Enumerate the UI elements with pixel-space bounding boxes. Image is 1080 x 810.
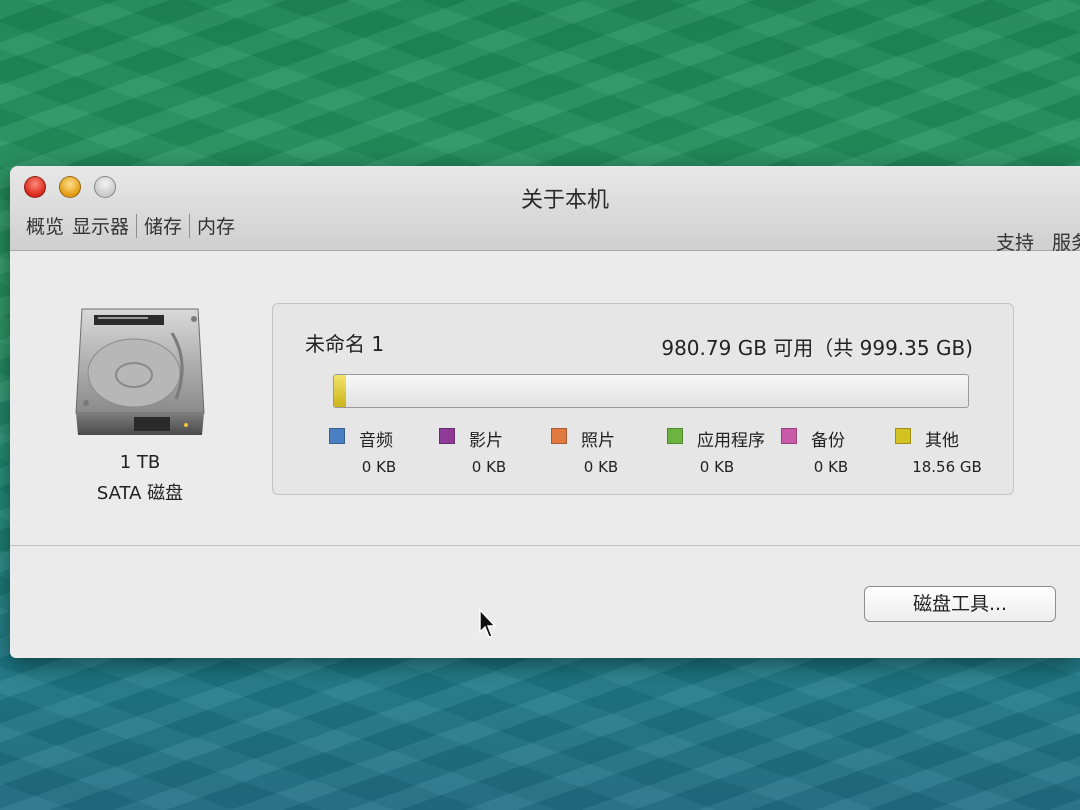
- disk-capacity: 1 TB: [119, 452, 161, 473]
- tab-displays[interactable]: 显示器: [68, 212, 133, 239]
- legend-value: 0 KB: [699, 458, 735, 476]
- photos-swatch: [551, 428, 567, 444]
- tab-divider: [189, 213, 191, 238]
- apps-swatch: [667, 428, 683, 444]
- storage-usage-fill-other: [334, 375, 346, 407]
- legend-value: 0 KB: [583, 458, 619, 476]
- service-link[interactable]: 服务: [1052, 228, 1080, 255]
- storage-usage-bar: [333, 374, 969, 408]
- legend-value: 0 KB: [813, 458, 849, 476]
- other-swatch: [895, 428, 911, 444]
- window-toolbar: 关于本机 概览 显示器 储存 内存 支持 服务: [10, 166, 1080, 254]
- tab-overview[interactable]: 概览: [22, 212, 68, 239]
- legend-label: 备份: [811, 431, 845, 451]
- legend-label: 应用程序: [697, 431, 765, 451]
- backups-swatch: [781, 428, 797, 444]
- toolbar-links: 支持 服务: [996, 228, 1080, 255]
- section-divider: [10, 545, 1080, 546]
- legend-value: 0 KB: [471, 458, 507, 476]
- window-title: 关于本机: [520, 188, 609, 213]
- tab-divider: [136, 213, 138, 238]
- legend-label: 照片: [581, 431, 615, 451]
- legend-label: 影片: [469, 431, 503, 451]
- movies-swatch: [439, 428, 455, 444]
- disk-utility-button[interactable]: 磁盘工具...: [864, 586, 1056, 622]
- volume-name: 未命名 1: [305, 332, 385, 356]
- legend-value: 0 KB: [361, 458, 397, 476]
- legend-value: 18.56 GB: [912, 458, 982, 476]
- volume-available: 980.79 GB 可用（共 999.35 GB): [661, 336, 973, 360]
- disk-type: SATA 磁盘: [96, 483, 184, 504]
- tab-storage[interactable]: 储存: [140, 212, 186, 239]
- tab-bar: 概览 显示器 储存 内存: [22, 212, 239, 239]
- support-link[interactable]: 支持: [996, 228, 1034, 255]
- tab-memory[interactable]: 内存: [193, 212, 239, 239]
- legend-label: 音频: [359, 431, 393, 451]
- about-this-mac-window: 关于本机 概览 显示器 储存 内存 支持 服务: [10, 166, 1080, 658]
- audio-swatch: [329, 428, 345, 444]
- legend-label: 其他: [925, 431, 959, 451]
- storage-panel: 未命名 1 980.79 GB 可用（共 999.35 GB) 音频 0 KB …: [272, 303, 1014, 495]
- hard-drive-icon: [75, 308, 205, 435]
- mouse-pointer-icon: [479, 608, 497, 638]
